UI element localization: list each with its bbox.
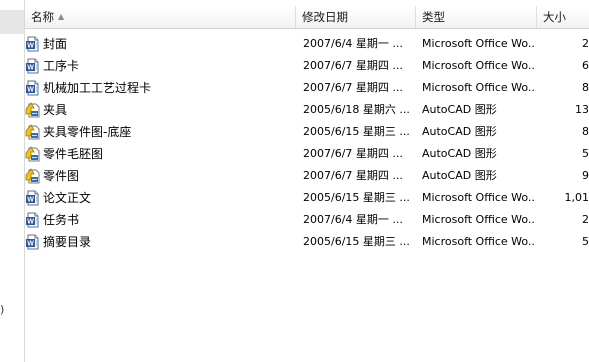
file-type: Microsoft Office Wo...: [422, 213, 536, 226]
file-row[interactable]: 论文正文 2005/6/15 星期三 ... Microsoft Office Wo…: [25, 187, 589, 209]
autocad-drawing-icon: [25, 102, 41, 118]
file-row[interactable]: 封面 2007/6/4 星期一 ... Microsoft Office Wo...…: [25, 33, 589, 55]
file-name: 封面: [43, 37, 68, 51]
navigation-pane[interactable]: ): [0, 0, 25, 362]
word-doc-icon: [25, 234, 41, 250]
column-header-type-label: 类型: [422, 10, 445, 24]
word-doc-icon: [25, 80, 41, 96]
file-type: Microsoft Office Wo...: [422, 191, 536, 204]
column-header-size-label: 大小: [543, 10, 566, 24]
navigation-edge-text: ): [0, 303, 5, 316]
column-header-date[interactable]: 修改日期: [296, 6, 416, 28]
file-name: 摘要目录: [43, 235, 92, 249]
word-doc-icon: [25, 190, 41, 206]
file-date: 2007/6/4 星期一 ...: [303, 37, 403, 50]
file-row[interactable]: 工序卡 2007/6/7 星期四 ... Microsoft Office Wo..…: [25, 55, 589, 77]
file-row[interactable]: 摘要目录 2005/6/15 星期三 ... Microsoft Office Wo…: [25, 231, 589, 253]
file-type: AutoCAD 图形: [422, 169, 497, 182]
file-type: Microsoft Office Wo...: [422, 59, 536, 72]
file-row[interactable]: 零件毛胚图 2007/6/7 星期四 ... AutoCAD 图形 5: [25, 143, 589, 165]
file-name: 零件毛胚图: [43, 147, 104, 161]
file-name: 任务书: [43, 213, 80, 227]
file-size: 8: [582, 81, 589, 94]
file-type: AutoCAD 图形: [422, 147, 497, 160]
file-list: 封面 2007/6/4 星期一 ... Microsoft Office Wo...…: [25, 33, 589, 253]
file-date: 2007/6/4 星期一 ...: [303, 213, 403, 226]
file-row[interactable]: 机械加工工艺过程卡 2007/6/7 星期四 ... Microsoft Offic…: [25, 77, 589, 99]
sort-ascending-icon: ▲: [58, 12, 65, 21]
file-date: 2007/6/7 星期四 ...: [303, 147, 403, 160]
file-date: 2005/6/15 星期三 ...: [303, 125, 410, 138]
word-doc-icon: [25, 36, 41, 52]
autocad-drawing-icon: [25, 146, 41, 162]
column-header-bar: 名称 ▲ 修改日期 类型 大小: [25, 6, 589, 29]
file-size: 13: [575, 103, 589, 116]
file-size: 6: [582, 59, 589, 72]
file-date: 2007/6/7 星期四 ...: [303, 169, 403, 182]
column-header-name-label: 名称: [31, 10, 54, 24]
autocad-drawing-icon: [25, 124, 41, 140]
file-type: AutoCAD 图形: [422, 103, 497, 116]
file-size: 5: [582, 147, 589, 160]
file-date: 2007/6/7 星期四 ...: [303, 59, 403, 72]
file-date: 2005/6/15 星期三 ...: [303, 235, 410, 248]
file-date: 2005/6/18 星期六 ...: [303, 103, 410, 116]
column-header-type[interactable]: 类型: [416, 6, 537, 28]
column-header-name[interactable]: 名称 ▲: [25, 6, 296, 28]
file-name: 夹具零件图-底座: [43, 125, 132, 139]
file-row[interactable]: 夹具零件图-底座 2005/6/15 星期三 ... AutoCAD 图形 8: [25, 121, 589, 143]
column-header-size[interactable]: 大小: [537, 6, 589, 28]
autocad-drawing-icon: [25, 168, 41, 184]
file-type: AutoCAD 图形: [422, 125, 497, 138]
file-type: Microsoft Office Wo...: [422, 81, 536, 94]
file-type: Microsoft Office Wo...: [422, 235, 536, 248]
file-size: 9: [582, 169, 589, 182]
file-row[interactable]: 夹具 2005/6/18 星期六 ... AutoCAD 图形 13: [25, 99, 589, 121]
navigation-selected-item[interactable]: [0, 10, 24, 34]
column-header-date-label: 修改日期: [302, 10, 348, 24]
file-row[interactable]: 零件图 2007/6/7 星期四 ... AutoCAD 图形 9: [25, 165, 589, 187]
file-name: 夹具: [43, 103, 68, 117]
file-size: 5: [582, 235, 589, 248]
file-name: 工序卡: [43, 59, 80, 73]
file-name: 论文正文: [43, 191, 92, 205]
file-size: 2: [582, 213, 589, 226]
file-row[interactable]: 任务书 2007/6/4 星期一 ... Microsoft Office Wo..…: [25, 209, 589, 231]
file-name: 零件图: [43, 169, 80, 183]
word-doc-icon: [25, 58, 41, 74]
file-size: 8: [582, 125, 589, 138]
file-size: 1,01: [564, 191, 589, 204]
file-date: 2007/6/7 星期四 ...: [303, 81, 403, 94]
file-date: 2005/6/15 星期三 ...: [303, 191, 410, 204]
file-name: 机械加工工艺过程卡: [43, 81, 152, 95]
word-doc-icon: [25, 212, 41, 228]
file-size: 2: [582, 37, 589, 50]
file-type: Microsoft Office Wo...: [422, 37, 536, 50]
